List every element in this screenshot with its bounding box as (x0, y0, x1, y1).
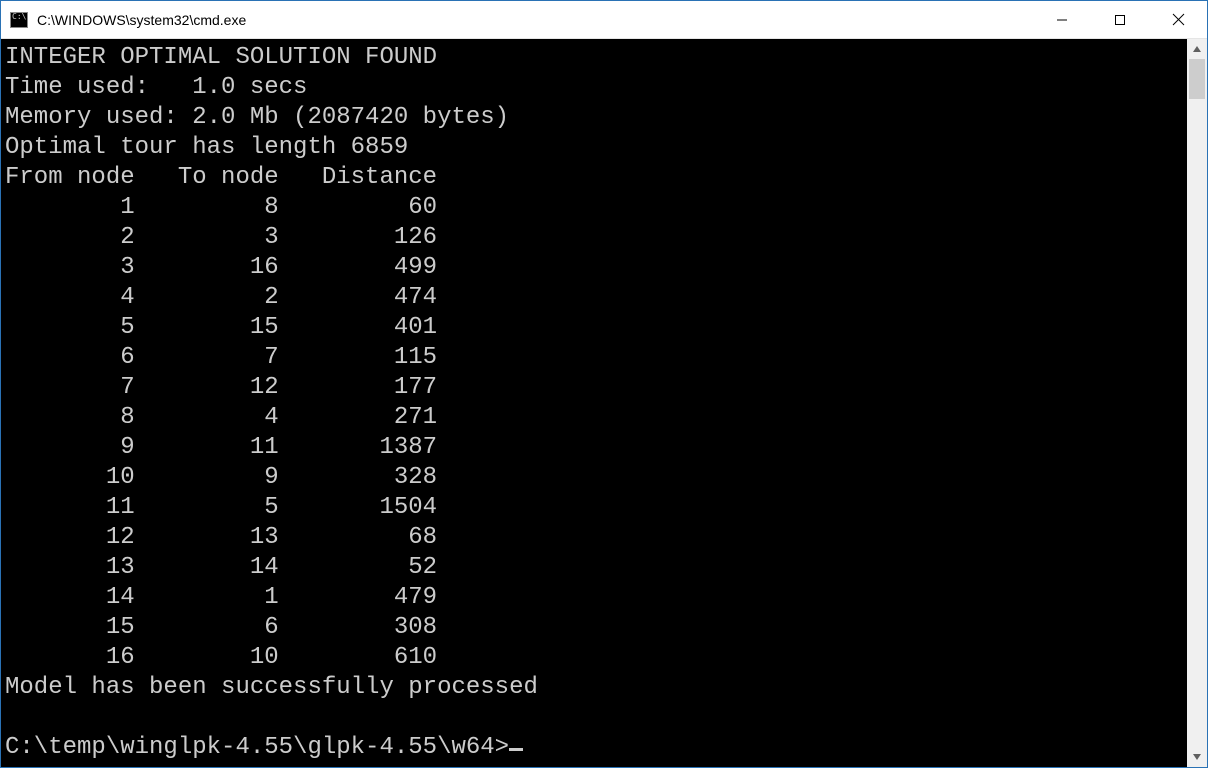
titlebar[interactable]: C:\WINDOWS\system32\cmd.exe (1, 1, 1207, 39)
close-button[interactable] (1149, 1, 1207, 39)
maximize-icon (1114, 14, 1126, 26)
vertical-scrollbar[interactable] (1187, 39, 1207, 767)
scroll-down-button[interactable] (1187, 747, 1207, 767)
chevron-down-icon (1192, 752, 1202, 762)
client-area: INTEGER OPTIMAL SOLUTION FOUND Time used… (1, 39, 1207, 767)
window-title: C:\WINDOWS\system32\cmd.exe (37, 12, 1033, 28)
minimize-button[interactable] (1033, 1, 1091, 39)
maximize-button[interactable] (1091, 1, 1149, 39)
terminal-output[interactable]: INTEGER OPTIMAL SOLUTION FOUND Time used… (1, 39, 1187, 767)
cmd-exe-icon (10, 12, 28, 28)
minimize-icon (1056, 14, 1068, 26)
scroll-thumb[interactable] (1189, 59, 1205, 99)
text-cursor (509, 748, 523, 751)
close-icon (1172, 13, 1185, 26)
scroll-up-button[interactable] (1187, 39, 1207, 59)
chevron-up-icon (1192, 44, 1202, 54)
system-menu-icon[interactable] (1, 1, 37, 39)
window-controls (1033, 1, 1207, 39)
command-prompt-window: C:\WINDOWS\system32\cmd.exe INTEGER OPTI… (0, 0, 1208, 768)
